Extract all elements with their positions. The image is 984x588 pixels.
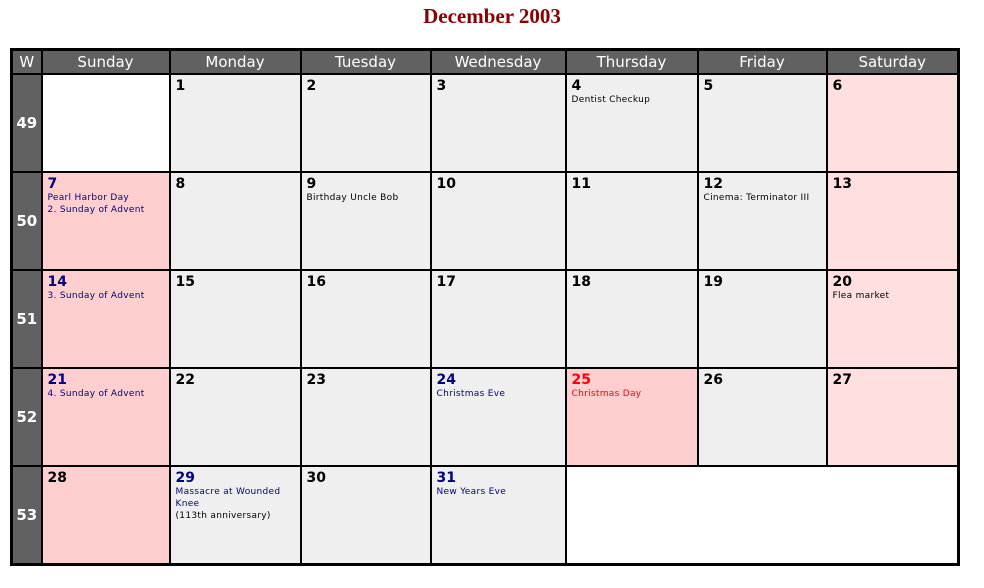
week-column-header: W bbox=[10, 48, 43, 75]
empty-day-cell bbox=[40, 73, 171, 173]
week-number: 52 bbox=[10, 367, 43, 467]
day-number: 30 bbox=[306, 470, 326, 486]
day-cell-sunday[interactable]: 7 Pearl Harbor Day 2. Sunday of Advent bbox=[40, 171, 171, 271]
header-row: W Sunday Monday Tuesday Wednesday Thursd… bbox=[10, 48, 960, 75]
week-number: 53 bbox=[10, 465, 43, 566]
holiday-entry[interactable]: Pearl Harbor Day bbox=[43, 192, 169, 204]
day-header-saturday: Saturday bbox=[825, 48, 960, 75]
event-entry[interactable]: Birthday Uncle Bob bbox=[302, 192, 430, 204]
day-cell-holiday[interactable]: 25 Christmas Day bbox=[564, 367, 699, 467]
day-number: 23 bbox=[306, 372, 326, 388]
day-number: 11 bbox=[571, 176, 591, 192]
day-cell-saturday[interactable]: 6 bbox=[825, 73, 960, 173]
event-entry[interactable]: Cinema: Terminator III bbox=[699, 192, 826, 204]
day-number: 5 bbox=[703, 78, 714, 94]
holiday-entry[interactable]: Christmas Eve bbox=[432, 388, 565, 400]
day-number: 27 bbox=[832, 372, 852, 388]
day-cell-saturday[interactable]: 20 Flea market bbox=[825, 269, 960, 369]
week-row: 53 28 29 Massacre at Wounded Knee (113th an… bbox=[10, 465, 960, 566]
day-number: 24 bbox=[436, 372, 456, 388]
day-number: 7 bbox=[47, 176, 58, 192]
week-number: 51 bbox=[10, 269, 43, 369]
day-number: 17 bbox=[436, 274, 456, 290]
day-cell[interactable]: 3 bbox=[429, 73, 567, 173]
holiday-entry[interactable]: Christmas Day bbox=[567, 388, 697, 400]
calendar-title: December 2003 bbox=[423, 4, 561, 28]
holiday-entry[interactable]: 4. Sunday of Advent bbox=[43, 388, 169, 400]
day-number: 12 bbox=[703, 176, 723, 192]
day-cell[interactable]: 4 Dentist Checkup bbox=[564, 73, 699, 173]
day-header-friday: Friday bbox=[696, 48, 828, 75]
day-number: 10 bbox=[436, 176, 456, 192]
day-number: 15 bbox=[175, 274, 195, 290]
event-entry[interactable]: Dentist Checkup bbox=[567, 94, 697, 106]
holiday-entry[interactable]: 2. Sunday of Advent bbox=[43, 204, 169, 216]
day-number: 21 bbox=[47, 372, 67, 388]
day-number: 8 bbox=[175, 176, 186, 192]
holiday-entry[interactable]: Knee bbox=[171, 498, 300, 510]
day-cell-saturday[interactable]: 27 bbox=[825, 367, 960, 467]
day-cell[interactable]: 22 bbox=[168, 367, 302, 467]
day-number: 4 bbox=[571, 78, 582, 94]
day-header-sunday: Sunday bbox=[40, 48, 171, 75]
event-entry[interactable]: Flea market bbox=[828, 290, 958, 302]
day-cell[interactable]: 1 bbox=[168, 73, 302, 173]
day-cell[interactable]: 29 Massacre at Wounded Knee (113th annivers… bbox=[168, 465, 302, 566]
day-cell[interactable]: 23 bbox=[299, 367, 432, 467]
day-number: 14 bbox=[47, 274, 67, 290]
day-cell-sunday[interactable]: 21 4. Sunday of Advent bbox=[40, 367, 171, 467]
week-number: 50 bbox=[10, 171, 43, 271]
day-header-monday: Monday bbox=[168, 48, 302, 75]
holiday-entry[interactable]: Massacre at Wounded bbox=[171, 486, 300, 498]
week-row: 51 14 3. Sunday of Advent 15 16 17 18 19 … bbox=[10, 269, 960, 369]
empty-trailing-cell bbox=[564, 465, 960, 566]
day-cell[interactable]: 2 bbox=[299, 73, 432, 173]
day-number: 26 bbox=[703, 372, 723, 388]
day-cell[interactable]: 24 Christmas Eve bbox=[429, 367, 567, 467]
day-number: 31 bbox=[436, 470, 456, 486]
day-header-thursday: Thursday bbox=[564, 48, 699, 75]
day-number: 16 bbox=[306, 274, 326, 290]
day-header-tuesday: Tuesday bbox=[299, 48, 432, 75]
day-cell[interactable]: 8 bbox=[168, 171, 302, 271]
month-calendar: W Sunday Monday Tuesday Wednesday Thursd… bbox=[10, 48, 960, 566]
day-number: 6 bbox=[832, 78, 843, 94]
holiday-entry[interactable]: New Years Eve bbox=[432, 486, 565, 498]
day-number: 9 bbox=[306, 176, 317, 192]
day-number: 25 bbox=[571, 372, 591, 388]
day-cell[interactable]: 26 bbox=[696, 367, 828, 467]
day-cell[interactable]: 19 bbox=[696, 269, 828, 369]
week-row: 49 1 2 3 4 Dentist Checkup 5 6 bbox=[10, 73, 960, 173]
day-cell-saturday[interactable]: 13 bbox=[825, 171, 960, 271]
day-cell[interactable]: 16 bbox=[299, 269, 432, 369]
day-number: 18 bbox=[571, 274, 591, 290]
day-number: 20 bbox=[832, 274, 852, 290]
week-number: 49 bbox=[10, 73, 43, 173]
day-cell[interactable]: 5 bbox=[696, 73, 828, 173]
day-cell[interactable]: 10 bbox=[429, 171, 567, 271]
day-number: 19 bbox=[703, 274, 723, 290]
day-header-wednesday: Wednesday bbox=[429, 48, 567, 75]
day-number: 29 bbox=[175, 470, 195, 486]
day-cell[interactable]: 12 Cinema: Terminator III bbox=[696, 171, 828, 271]
day-number: 28 bbox=[47, 470, 67, 486]
day-cell-sunday[interactable]: 14 3. Sunday of Advent bbox=[40, 269, 171, 369]
event-note[interactable]: (113th anniversary) bbox=[171, 510, 300, 522]
week-row: 50 7 Pearl Harbor Day 2. Sunday of Advent … bbox=[10, 171, 960, 271]
day-cell[interactable]: 17 bbox=[429, 269, 567, 369]
day-cell[interactable]: 31 New Years Eve bbox=[429, 465, 567, 566]
holiday-entry[interactable]: 3. Sunday of Advent bbox=[43, 290, 169, 302]
week-row: 52 21 4. Sunday of Advent 22 23 24 Christm… bbox=[10, 367, 960, 467]
day-number: 1 bbox=[175, 78, 186, 94]
day-cell-sunday[interactable]: 28 bbox=[40, 465, 171, 566]
day-number: 2 bbox=[306, 78, 317, 94]
day-cell[interactable]: 9 Birthday Uncle Bob bbox=[299, 171, 432, 271]
day-cell[interactable]: 18 bbox=[564, 269, 699, 369]
day-cell[interactable]: 30 bbox=[299, 465, 432, 566]
day-number: 3 bbox=[436, 78, 447, 94]
day-number: 13 bbox=[832, 176, 852, 192]
day-cell[interactable]: 11 bbox=[564, 171, 699, 271]
day-cell[interactable]: 15 bbox=[168, 269, 302, 369]
day-number: 22 bbox=[175, 372, 195, 388]
